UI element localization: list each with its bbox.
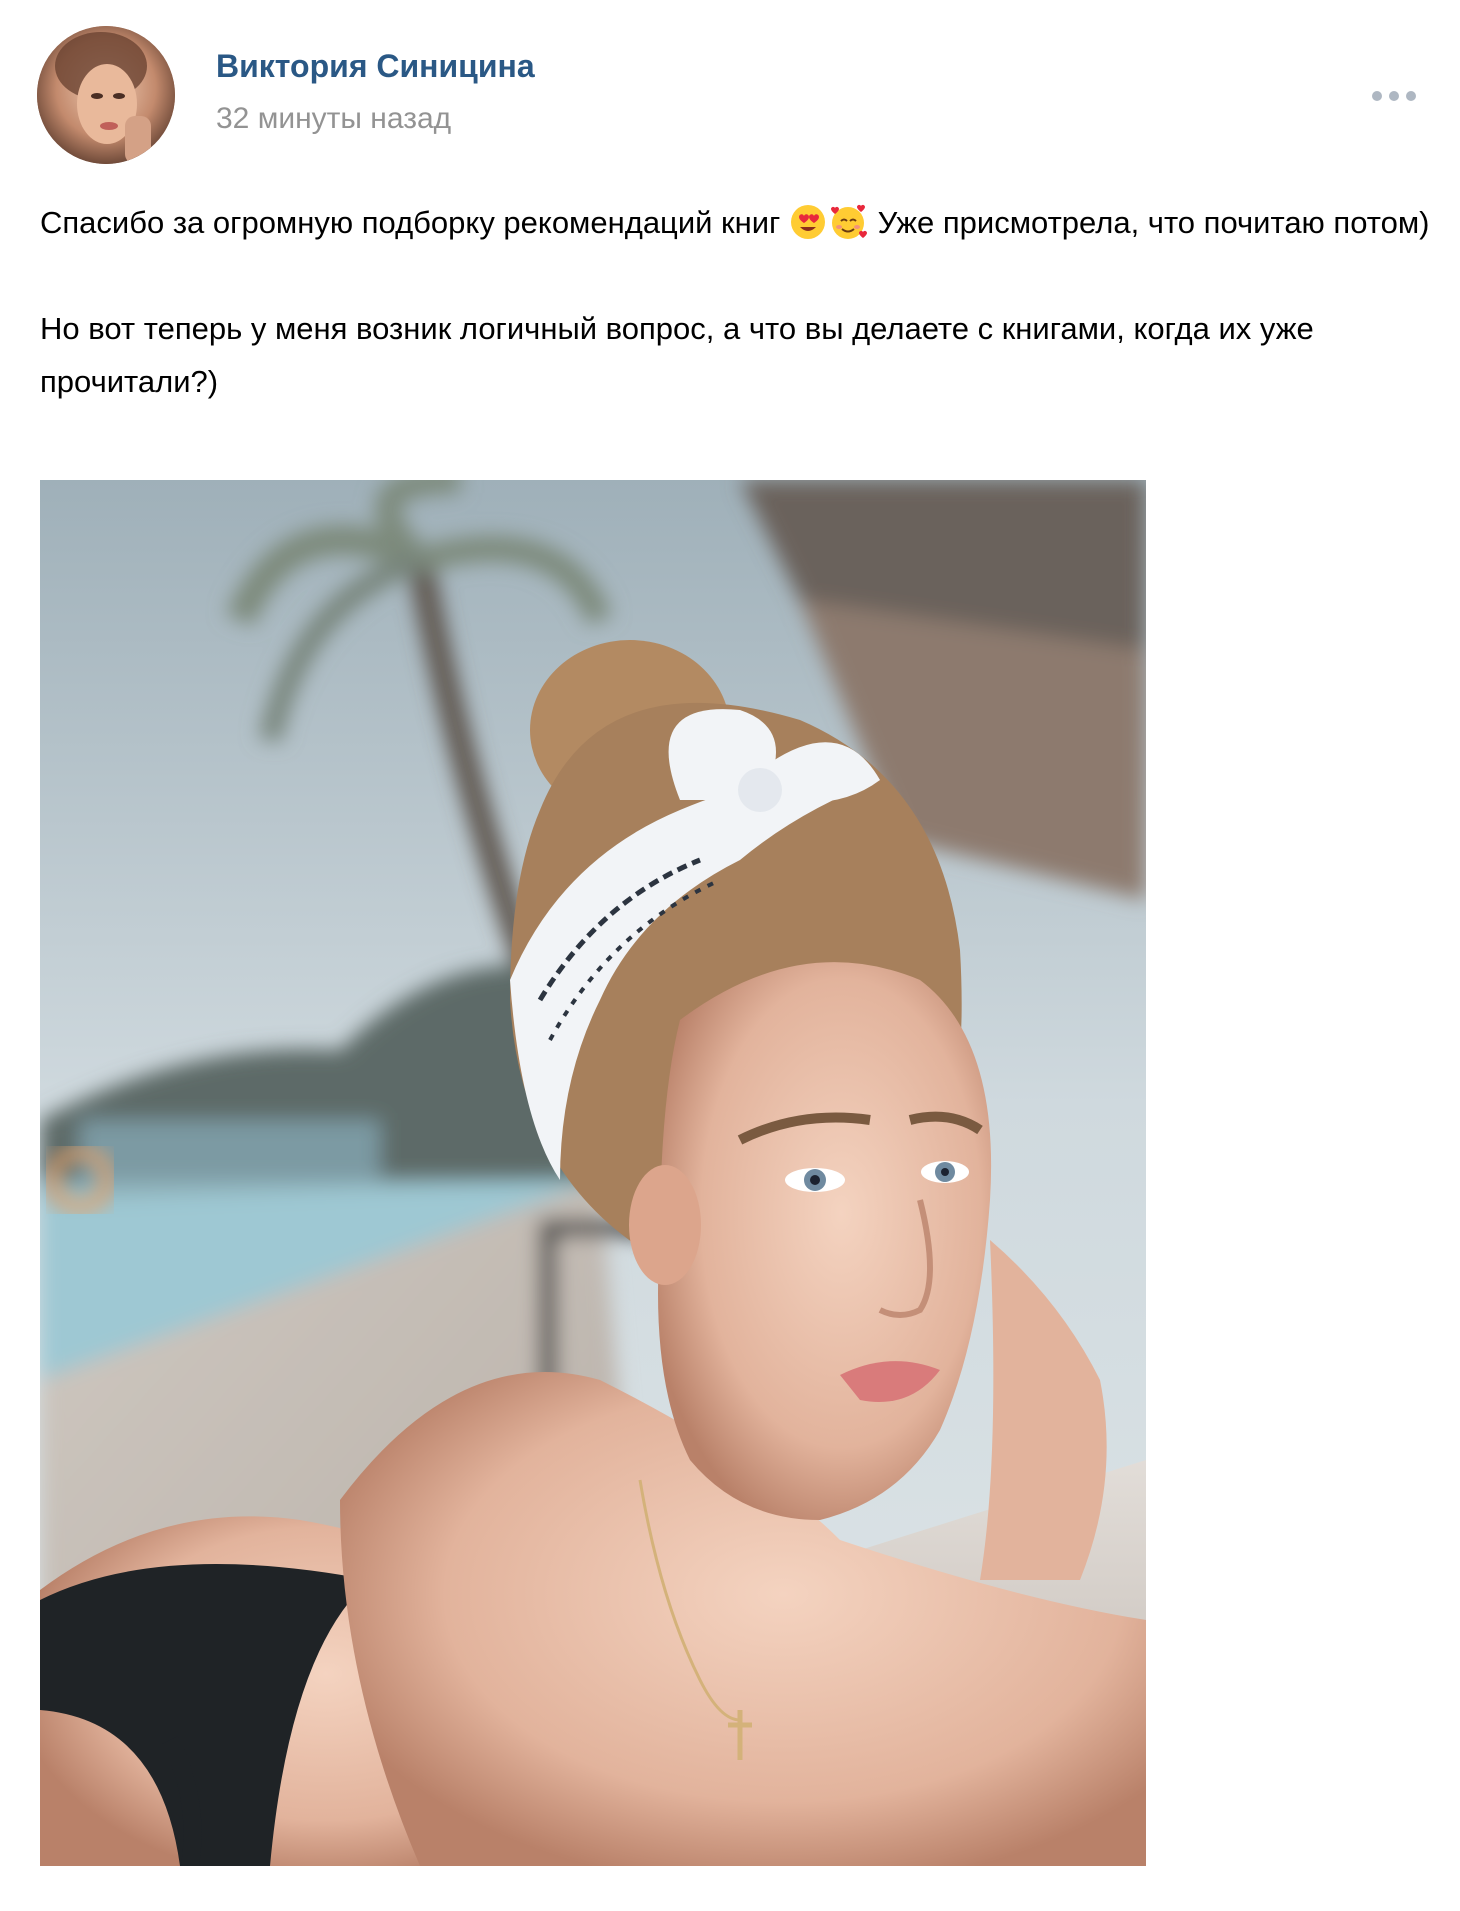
post-card: Виктория Синицина 32 минуты назад Спасиб…	[0, 0, 1460, 1911]
post-photo[interactable]	[40, 480, 1146, 1866]
post-timestamp[interactable]: 32 минуты назад	[216, 102, 451, 136]
heart-eyes-emoji	[791, 205, 825, 239]
avatar[interactable]	[37, 26, 175, 164]
post-text-segment: Уже присмотрела, что почитаю потом)	[877, 205, 1430, 240]
more-dots-icon	[1389, 91, 1399, 101]
author-name-link[interactable]: Виктория Синицина	[216, 48, 535, 85]
avatar-image	[37, 26, 175, 164]
more-dots-icon	[1406, 91, 1416, 101]
post-paragraph: Спасибо за огромную подборку рекомендаци…	[40, 196, 1430, 249]
smiling-face-with-hearts-emoji	[831, 204, 867, 239]
post-photo-image	[40, 480, 1146, 1866]
post-text: Спасибо за огромную подборку рекомендаци…	[40, 196, 1430, 408]
post-paragraph: Но вот теперь у меня возник логичный воп…	[40, 311, 1314, 399]
post-text-segment: Спасибо за огромную подборку рекомендаци…	[40, 205, 781, 240]
more-dots-icon	[1372, 91, 1382, 101]
more-options-button[interactable]	[1370, 80, 1418, 110]
